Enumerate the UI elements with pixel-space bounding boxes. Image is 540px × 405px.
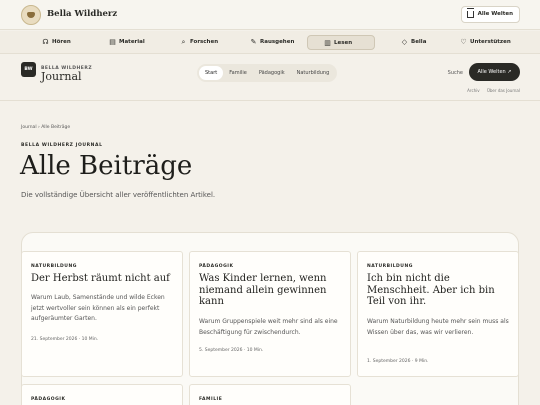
tab-naturbildung[interactable]: Naturbildung [291,66,336,80]
nav-item-material[interactable]: ▤ Material [107,35,145,50]
magnifier-icon: ⌕ [181,38,186,46]
card-category: PÄDAGOGIK [199,264,234,269]
nav-label: Lesen [334,40,353,46]
card-excerpt: Warum Naturbildung heute mehr sein muss … [367,318,509,336]
nav-label: Bella [411,39,427,45]
card-excerpt: Warum Laub, Samenstände und wilde Ecken … [31,294,165,322]
card-category: NATURBILDUNG [31,264,77,269]
card-category: FAMILIE [199,397,223,402]
nav-label: Forschen [190,39,219,45]
top-bar: Bella Wildherz Alle Welten [0,0,540,30]
card-title[interactable]: Was Kinder lernen, wenn niemand allein g… [199,273,344,308]
card-meta: 1. September 2026 · 9 Min. [367,359,429,364]
page-kicker: BELLA WILDHERZ JOURNAL [21,143,103,148]
all-worlds-button[interactable]: Alle Welten [460,6,520,23]
article-card[interactable]: FAMILIE [189,384,351,405]
card-title[interactable]: Der Herbst räumt nicht auf [31,273,176,285]
card-category: PÄDAGOGIK [31,397,66,402]
journal-badge[interactable]: BW [21,62,36,77]
nav-item-hoeren[interactable]: ☊ Hören [40,35,71,50]
about-journal-link[interactable]: Über das Journal [487,88,520,93]
page-subtitle: Die vollständige Übersicht aller veröffe… [21,191,216,199]
nav-label: Material [119,39,145,45]
main-nav: ☊ Hören ▤ Material ⌕ Forschen ✎ Rausgehe… [0,31,540,54]
nav-item-unterstuetzen[interactable]: ♡ Unterstützen [458,35,511,50]
card-meta: 5. September 2026 · 10 Min. [199,348,264,353]
document-icon: ▤ [109,38,116,46]
article-card[interactable]: NATURBILDUNG Ich bin nicht die Menschhei… [357,251,519,377]
article-card[interactable]: PÄDAGOGIK Was Kinder lernen, wenn nieman… [189,251,351,377]
journal-sublinks: Archiv Über das Journal [461,88,520,93]
page-title: Alle Beiträge [20,151,193,181]
tab-start[interactable]: Start [199,66,224,80]
nav-label: Rausgehen [260,39,295,45]
breadcrumb[interactable]: Journal › Alle Beiträge [21,125,70,130]
brand-name[interactable]: Bella Wildherz [47,9,117,19]
leaf-icon: ✎ [250,38,257,46]
article-card[interactable]: PÄDAGOGIK [21,384,183,405]
tab-paedagogik[interactable]: Pädagogik [253,66,291,80]
article-card[interactable]: NATURBILDUNG Der Herbst räumt nicht auf … [21,251,183,377]
shield-icon: ◇ [401,38,408,46]
book-icon: ▥ [324,39,331,47]
card-title[interactable]: Ich bin nicht die Menschheit. Aber ich b… [367,273,512,308]
journal-header: BW BELLA WILDHERZ Journal Start Familie … [0,55,540,101]
nav-item-rausgehen[interactable]: ✎ Rausgehen [248,35,295,50]
nav-item-forschen[interactable]: ⌕ Forschen [178,35,219,50]
all-worlds-label: Alle Welten [477,11,513,17]
home-icon [466,11,474,18]
nav-item-bella[interactable]: ◇ Bella [399,35,427,50]
card-category: NATURBILDUNG [367,264,413,269]
journal-brand-title[interactable]: Journal [41,70,82,83]
all-worlds-dark-button[interactable]: Alle Welten ↗ [469,63,520,81]
nav-label: Hören [52,39,71,45]
headphones-icon: ☊ [42,38,49,46]
nav-label: Unterstützen [470,39,511,45]
heart-icon: ♡ [460,38,467,46]
card-excerpt: Warum Gruppenspiele weit mehr sind als e… [199,318,338,336]
nav-item-lesen[interactable]: ▥ Lesen [307,35,375,50]
brand-logo[interactable] [21,5,41,25]
journal-tabs: Start Familie Pädagogik Naturbildung [197,64,338,82]
tab-familie[interactable]: Familie [223,66,253,80]
archive-link[interactable]: Archiv [467,88,480,93]
card-meta: 21. September 2026 · 10 Min. [31,337,99,342]
search-link[interactable]: Suche [448,70,463,76]
